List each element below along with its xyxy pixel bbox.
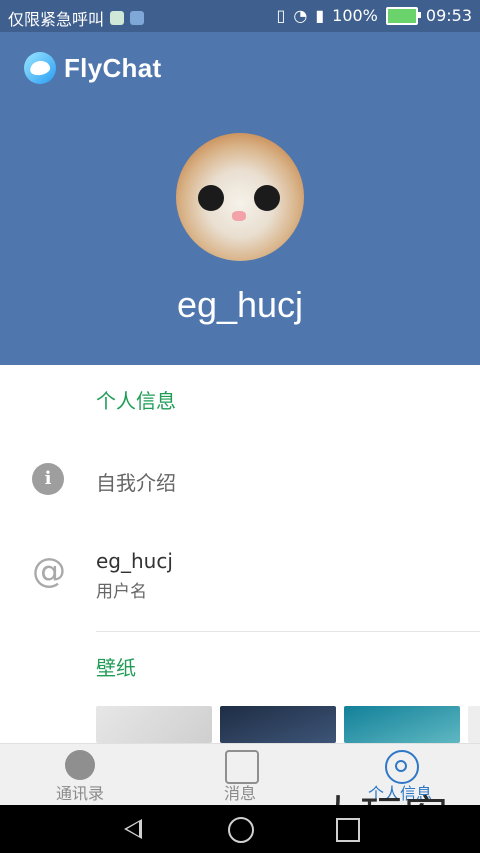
divider bbox=[96, 631, 480, 632]
bio-row[interactable]: i 自我介绍 bbox=[0, 451, 480, 511]
bio-label: 自我介绍 bbox=[96, 471, 176, 495]
profile-header: FlyChat eg_hucj bbox=[0, 32, 480, 365]
contacts-icon bbox=[65, 750, 95, 780]
notification-icon bbox=[110, 11, 125, 25]
battery-percent: 100% bbox=[332, 6, 378, 25]
wallpaper-strip[interactable] bbox=[96, 706, 480, 743]
wallpaper-thumb-1[interactable] bbox=[96, 706, 212, 743]
tab-messages-label: 消息 bbox=[223, 784, 256, 803]
system-nav-bar bbox=[0, 805, 480, 853]
app-logo-icon bbox=[24, 52, 56, 84]
usb-icon bbox=[130, 11, 145, 25]
tab-contacts-label: 通讯录 bbox=[55, 784, 104, 803]
avatar-eye-left bbox=[198, 185, 224, 211]
status-bar: 仅限紧急呼叫 ▯ ◔ ▮ 100% 09:53 bbox=[0, 0, 480, 32]
username-label: 用户名 bbox=[96, 582, 147, 602]
chat-icon bbox=[225, 750, 259, 784]
battery-icon bbox=[385, 6, 421, 25]
tab-contacts[interactable]: 通讯录 bbox=[0, 744, 160, 806]
avatar-eye-right bbox=[254, 185, 280, 211]
settings-icon bbox=[385, 750, 419, 784]
clock: 09:53 bbox=[425, 6, 472, 25]
header-username: eg_hucj bbox=[176, 284, 304, 325]
section-title-wallpaper: 壁纸 bbox=[96, 656, 136, 680]
wallpaper-thumb-3[interactable] bbox=[344, 706, 460, 743]
profile-content: 个人信息 i 自我介绍 @ eg_hucj 用户名 壁纸 bbox=[0, 365, 480, 743]
wallpaper-thumb-4[interactable] bbox=[468, 706, 480, 743]
home-icon[interactable] bbox=[228, 817, 254, 843]
avatar-nose bbox=[232, 211, 246, 221]
section-title-profile: 个人信息 bbox=[96, 389, 176, 413]
username-row[interactable]: @ eg_hucj 用户名 bbox=[0, 543, 480, 609]
wallpaper-thumb-2[interactable] bbox=[220, 706, 336, 743]
username-value: eg_hucj bbox=[96, 549, 173, 573]
avatar[interactable] bbox=[176, 133, 304, 261]
sim-icon: ▮ bbox=[315, 6, 325, 25]
info-icon: i bbox=[32, 463, 64, 495]
vibrate-icon: ▯ bbox=[276, 6, 286, 25]
app-brand: FlyChat bbox=[24, 52, 161, 84]
back-icon[interactable] bbox=[124, 819, 142, 839]
recent-apps-icon[interactable] bbox=[336, 818, 360, 842]
app-name: FlyChat bbox=[64, 52, 162, 83]
tab-messages[interactable]: 消息 bbox=[160, 744, 320, 806]
wifi-icon: ◔ bbox=[293, 6, 308, 25]
carrier-text: 仅限紧急呼叫 bbox=[8, 10, 105, 29]
status-right: ▯ ◔ ▮ 100% 09:53 bbox=[277, 6, 472, 25]
at-icon: @ bbox=[32, 551, 66, 591]
status-left: 仅限紧急呼叫 bbox=[8, 6, 145, 30]
